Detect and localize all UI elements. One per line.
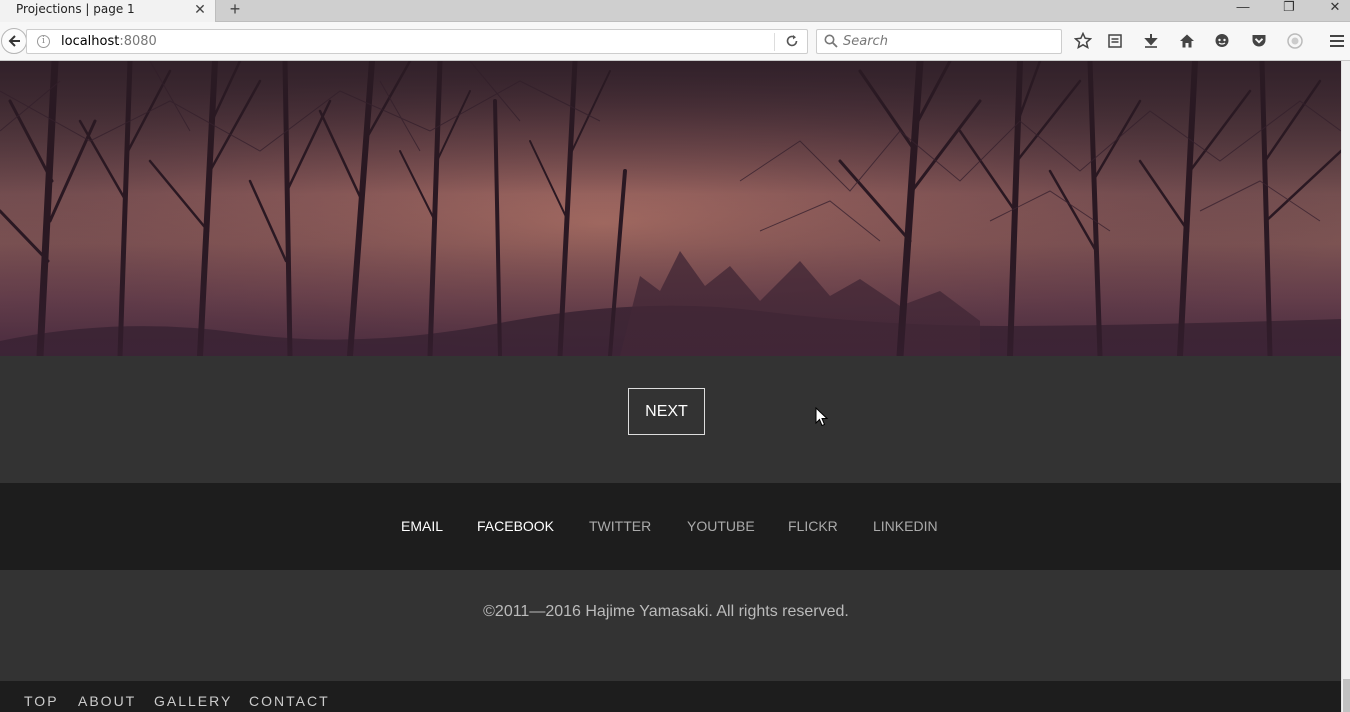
tab-active[interactable]: Projections | page 1 ✕ <box>0 0 216 22</box>
social-link-youtube[interactable]: YOUTUBE <box>687 518 755 534</box>
url-bar[interactable]: i localhost:8080 <box>26 29 808 54</box>
nav-link-about[interactable]: ABOUT <box>78 693 136 709</box>
back-button[interactable] <box>1 28 27 54</box>
chat-icon[interactable] <box>1211 30 1233 52</box>
copyright-text: ©2011—2016 Hajime Yamasaki. All rights r… <box>483 603 849 620</box>
social-links-bar: EMAIL FACEBOOK TWITTER YOUTUBE FLICKR LI… <box>0 483 1341 570</box>
social-link-flickr[interactable]: FLICKR <box>788 518 838 534</box>
download-icon[interactable] <box>1140 30 1162 52</box>
search-input[interactable] <box>843 34 1053 49</box>
footer: ©2011—2016 Hajime Yamasaki. All rights r… <box>0 570 1341 681</box>
reload-icon[interactable] <box>783 32 801 50</box>
tab-strip: Projections | page 1 ✕ + — ❐ ✕ <box>0 0 1350 22</box>
social-link-email[interactable]: EMAIL <box>401 518 443 534</box>
social-link-facebook[interactable]: FACEBOOK <box>477 518 554 534</box>
nav-link-contact[interactable]: CONTACT <box>249 693 330 709</box>
minimize-button[interactable]: — <box>1231 0 1255 16</box>
url-port: :8080 <box>119 34 157 49</box>
search-bar[interactable] <box>816 29 1062 54</box>
new-tab-button[interactable]: + <box>226 0 244 20</box>
bookmark-star-icon[interactable] <box>1072 30 1094 52</box>
tab-title: Projections | page 1 <box>16 2 135 16</box>
social-link-linkedin[interactable]: LINKEDIN <box>873 518 938 534</box>
back-arrow-icon <box>8 35 20 47</box>
menu-icon[interactable] <box>1326 30 1348 52</box>
url-divider <box>774 33 775 51</box>
navigation-toolbar: i localhost:8080 <box>0 22 1350 61</box>
restore-button[interactable]: ❐ <box>1277 0 1301 16</box>
page-scrollbar[interactable] <box>1341 61 1350 712</box>
close-tab-icon[interactable]: ✕ <box>192 1 208 17</box>
nav-link-top[interactable]: TOP <box>24 693 59 709</box>
next-button[interactable]: NEXT <box>628 388 705 435</box>
nav-link-gallery[interactable]: GALLERY <box>154 693 232 709</box>
url-text[interactable]: localhost:8080 <box>61 34 157 49</box>
search-icon <box>824 34 838 48</box>
close-window-button[interactable]: ✕ <box>1323 0 1347 16</box>
site-info-icon[interactable]: i <box>37 35 50 48</box>
mouse-cursor-icon <box>815 407 829 427</box>
social-link-twitter[interactable]: TWITTER <box>589 518 651 534</box>
reading-list-icon[interactable] <box>1104 30 1126 52</box>
scrollbar-thumb[interactable] <box>1343 679 1350 712</box>
hero-image <box>0 61 1341 356</box>
account-icon[interactable] <box>1284 30 1306 52</box>
pocket-icon[interactable] <box>1248 30 1270 52</box>
url-host: localhost <box>61 34 120 49</box>
home-icon[interactable] <box>1176 30 1198 52</box>
pager-section: NEXT <box>0 356 1341 483</box>
bottom-nav: TOP ABOUT GALLERY CONTACT <box>0 681 1341 712</box>
sunset-trees-photo <box>0 61 1341 356</box>
